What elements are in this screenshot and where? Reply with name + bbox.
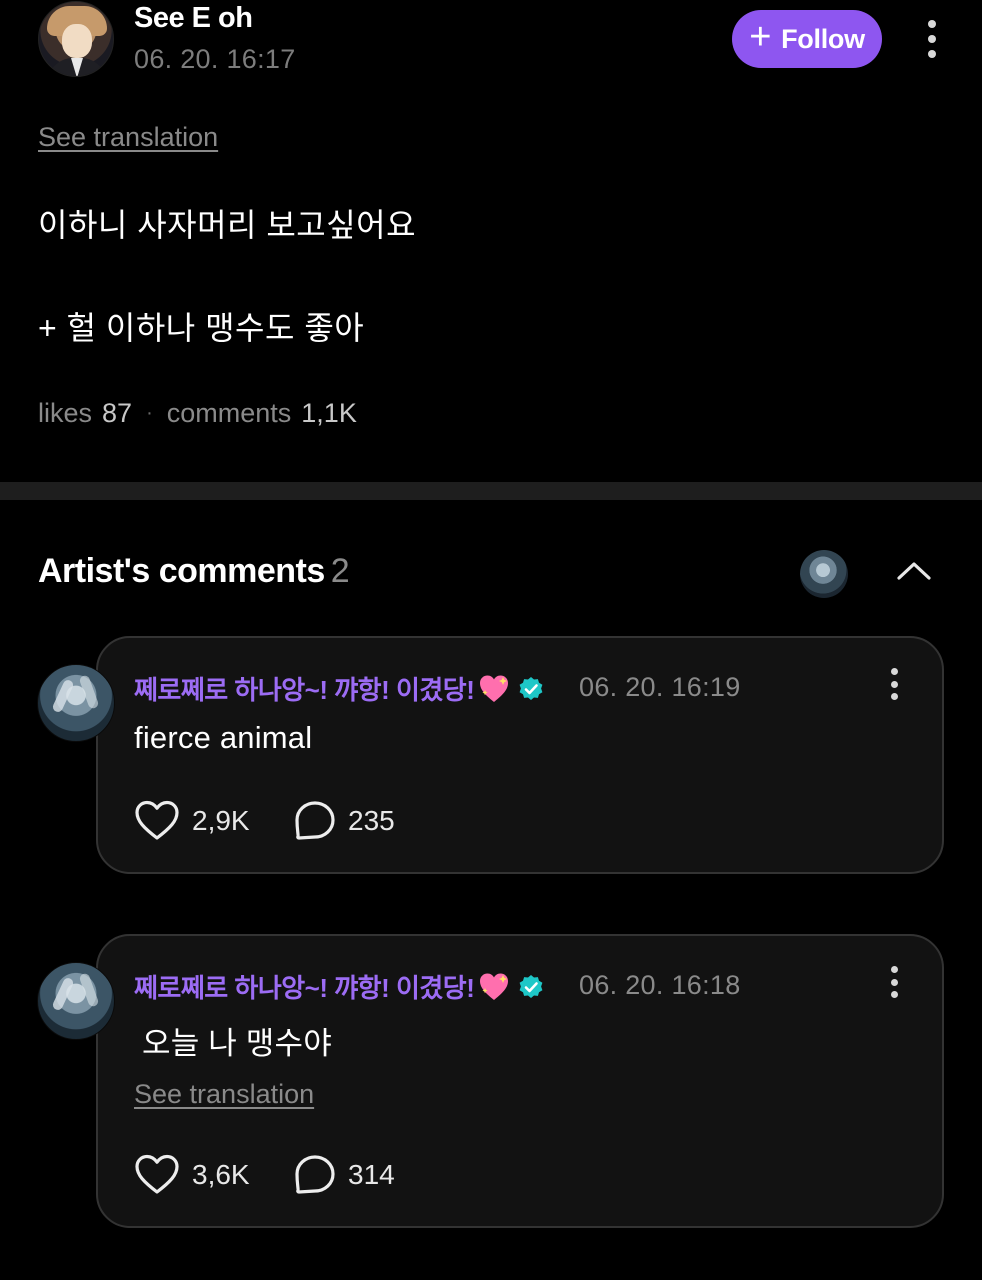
like-count: 3,6K — [192, 1159, 250, 1190]
more-vertical-icon[interactable] — [888, 668, 900, 700]
heart-icon — [135, 800, 179, 840]
more-vertical-icon[interactable] — [926, 20, 938, 58]
post-body-line: + 헐 이하나 맹수도 좋아 — [38, 310, 365, 346]
follow-label: Follow — [781, 23, 865, 54]
comment-author[interactable]: 쩨로쩨로 하나앙~! 꺄항! 이겼당! — [134, 968, 544, 1005]
see-translation-link[interactable]: See translation — [38, 122, 218, 153]
artist-comments-count: 2 — [330, 552, 350, 590]
verified-badge-icon — [519, 676, 543, 700]
comments-count: 1,1K — [301, 398, 357, 428]
chevron-up-icon[interactable] — [897, 560, 931, 580]
verified-badge-icon — [519, 974, 543, 998]
comments-label: comments — [166, 398, 292, 428]
more-vertical-icon[interactable] — [888, 966, 900, 998]
author-avatar[interactable] — [38, 1, 114, 77]
comment-bubble-icon — [295, 1155, 335, 1194]
post-stats: likes 87 · comments 1,1K — [38, 398, 357, 429]
comment-author[interactable]: 쩨로쩨로 하나앙~! 꺄항! 이겼당! — [134, 670, 544, 707]
like-button[interactable]: 3,6K — [134, 1154, 250, 1196]
follow-button[interactable]: + Follow — [732, 10, 882, 68]
plus-icon: + — [749, 16, 772, 58]
comment-timestamp: 06. 20. 16:18 — [579, 970, 741, 1000]
comment-author-name: 쩨로쩨로 하나앙~! 꺄항! 이겼당! — [134, 675, 475, 705]
post-body-line: 이하니 사자머리 보고싶어요 — [38, 207, 417, 243]
sparkling-heart-icon — [480, 973, 509, 1000]
artist-avatar[interactable] — [37, 962, 115, 1040]
avatar-face — [62, 24, 92, 58]
like-count: 2,9K — [192, 805, 250, 836]
stats-separator: · — [146, 402, 153, 424]
artist-avatar-small — [800, 550, 848, 598]
likes-count: 87 — [102, 398, 133, 428]
artist-comments-title: Artist's comments — [38, 552, 325, 590]
reply-count: 314 — [348, 1159, 395, 1190]
section-divider — [0, 482, 982, 500]
reply-button[interactable]: 235 — [294, 800, 395, 842]
artist-avatar[interactable] — [37, 664, 115, 742]
likes-label: likes — [38, 398, 93, 428]
reply-button[interactable]: 314 — [294, 1154, 395, 1196]
comment-bubble-icon — [295, 801, 335, 840]
post-timestamp: 06. 20. 16:17 — [134, 44, 296, 74]
comment-timestamp: 06. 20. 16:19 — [579, 672, 741, 702]
sparkling-heart-icon — [480, 675, 509, 702]
like-button[interactable]: 2,9K — [134, 800, 250, 842]
artist-comments-heading: Artist's comments 2 — [38, 552, 350, 591]
post-detail-page: See E oh 06. 20. 16:17 + Follow See tran… — [0, 0, 982, 1280]
comment-text: fierce animal — [134, 720, 313, 755]
heart-icon — [135, 1154, 179, 1194]
see-translation-link[interactable]: See translation — [134, 1079, 314, 1110]
author-name[interactable]: See E oh — [134, 2, 253, 35]
comment-text: 오늘 나 맹수야 — [142, 1026, 332, 1061]
reply-count: 235 — [348, 805, 395, 836]
comment-author-name: 쩨로쩨로 하나앙~! 꺄항! 이겼당! — [134, 973, 475, 1003]
